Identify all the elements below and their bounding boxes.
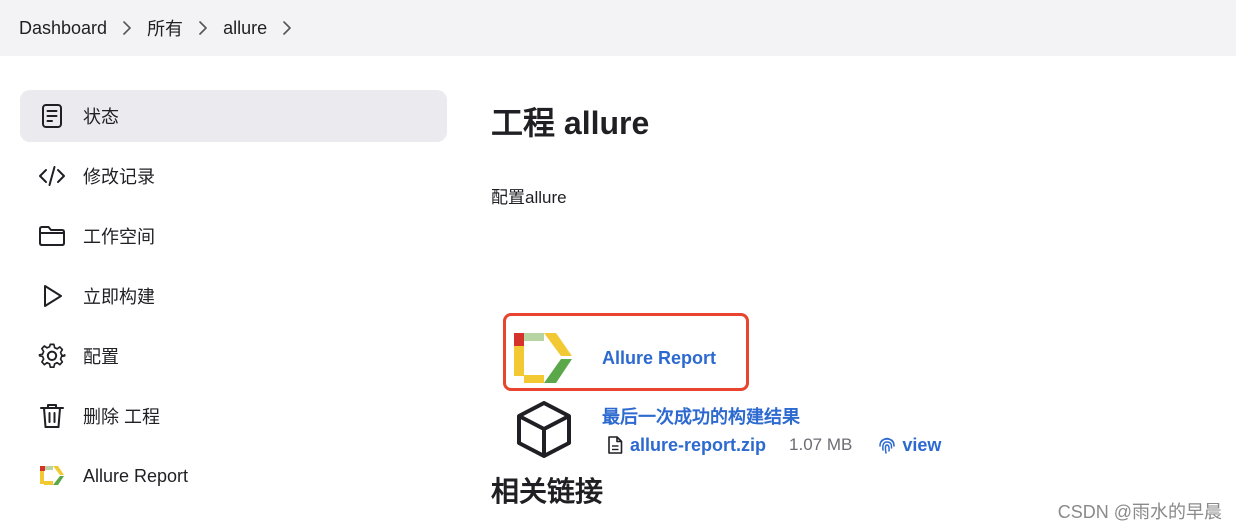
project-description: 配置allure xyxy=(491,188,567,207)
trash-icon xyxy=(38,402,66,430)
artifact-file-link[interactable]: allure-report.zip xyxy=(630,435,766,456)
breadcrumb-link-allure[interactable]: allure xyxy=(223,18,267,39)
allure-logo-icon xyxy=(38,462,66,490)
chevron-right-icon[interactable] xyxy=(107,18,147,38)
breadcrumb-link-all[interactable]: 所有 xyxy=(147,15,183,41)
artifact-row: allure-report.zip 1.07 MB view xyxy=(607,433,941,457)
related-links-heading: 相关链接 xyxy=(491,476,604,507)
page-title: 工程 allure xyxy=(491,105,650,141)
sidebar-item-label: 配置 xyxy=(83,347,119,367)
chevron-right-icon[interactable] xyxy=(267,18,307,38)
breadcrumb-dashboard: Dashboard xyxy=(19,18,147,39)
sidebar-item-label: 删除 工程 xyxy=(83,407,161,427)
package-box-icon xyxy=(517,401,571,458)
artifact-file-size: 1.07 MB xyxy=(789,435,853,454)
artifact-view-link[interactable]: view xyxy=(902,435,941,456)
fingerprint-icon[interactable] xyxy=(877,435,897,455)
breadcrumb-link-dashboard[interactable]: Dashboard xyxy=(19,18,107,39)
last-successful-artifacts-link[interactable]: 最后一次成功的构建结果 xyxy=(602,403,800,429)
sidebar-item-allure-report[interactable]: Allure Report xyxy=(20,450,447,502)
sidebar-item-label: 修改记录 xyxy=(83,167,155,187)
gear-icon xyxy=(38,342,66,370)
breadcrumb-allure: allure xyxy=(223,18,307,39)
sidebar-item-label: 工作空间 xyxy=(83,227,155,247)
folder-icon xyxy=(38,222,66,250)
file-icon xyxy=(608,436,623,454)
code-icon xyxy=(38,162,66,190)
allure-logo-icon xyxy=(514,333,572,383)
sidebar-item-delete-project[interactable]: 删除 工程 xyxy=(20,390,447,442)
document-icon xyxy=(38,102,66,130)
sidebar: 状态 修改记录 工作空间 立即构建 配置 删除 工程 Allure Report xyxy=(20,90,447,510)
sidebar-item-build-now[interactable]: 立即构建 xyxy=(20,270,447,322)
sidebar-item-label: 状态 xyxy=(83,107,119,127)
sidebar-item-configure[interactable]: 配置 xyxy=(20,330,447,382)
main-content: 工程 allure 配置allure Allure Report 最后一次成功的… xyxy=(491,0,1236,528)
allure-report-link[interactable]: Allure Report xyxy=(602,348,716,369)
chevron-right-icon[interactable] xyxy=(183,18,223,38)
play-icon xyxy=(38,282,66,310)
sidebar-item-label: 立即构建 xyxy=(83,287,155,307)
sidebar-item-changes[interactable]: 修改记录 xyxy=(20,150,447,202)
watermark: CSDN @雨水的早晨 xyxy=(1057,502,1222,522)
breadcrumb-all: 所有 xyxy=(147,15,223,41)
sidebar-item-label: Allure Report xyxy=(83,465,189,486)
sidebar-item-status[interactable]: 状态 xyxy=(20,90,447,142)
sidebar-item-workspace[interactable]: 工作空间 xyxy=(20,210,447,262)
